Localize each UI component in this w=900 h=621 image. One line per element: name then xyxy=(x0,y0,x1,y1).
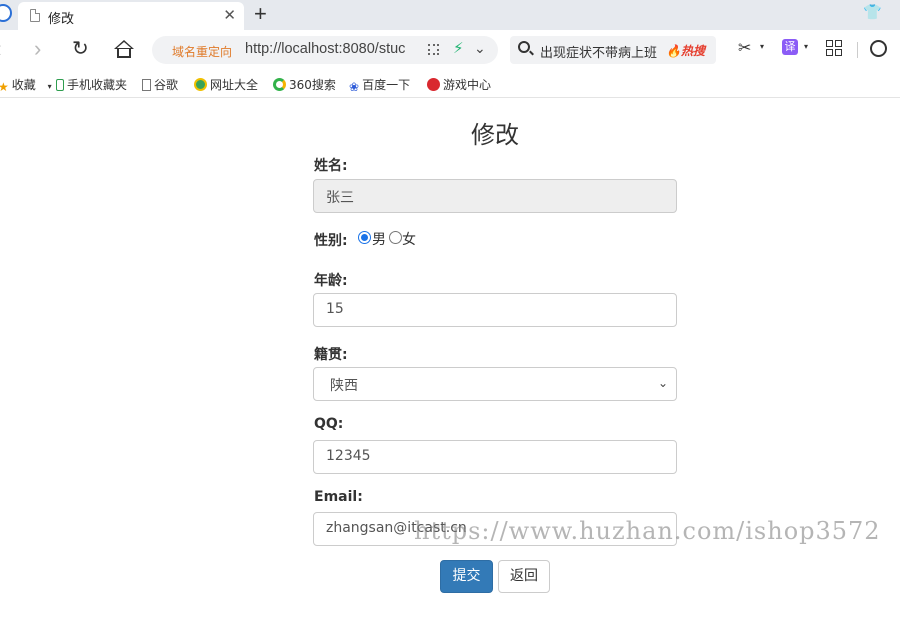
origin-select[interactable]: 陕西 ⌄ xyxy=(313,367,677,401)
baidu-paw-icon: ❀ xyxy=(349,80,360,94)
watermark: https://www.huzhan.com/ishop3572 xyxy=(414,517,881,545)
url-text[interactable]: http://localhost:8080/stuc xyxy=(245,41,413,57)
back-button[interactable]: ‹ xyxy=(0,36,1,62)
new-tab-button[interactable]: + xyxy=(254,1,267,27)
translate-icon[interactable]: 译 xyxy=(782,39,798,55)
name-value: 张三 xyxy=(326,190,354,206)
apps-grid-icon[interactable] xyxy=(826,40,843,57)
search-icon xyxy=(518,41,530,53)
age-field[interactable]: 15 xyxy=(313,293,677,327)
dropdown-arrow-icon[interactable]: ▾ xyxy=(760,42,764,51)
game-center-icon xyxy=(427,78,440,91)
dropdown-arrow-icon[interactable]: ▾ xyxy=(804,42,808,51)
forward-button[interactable]: › xyxy=(34,36,41,62)
address-bar[interactable]: 域名重定向 http://localhost:8080/stuc ⚡ ⌄ xyxy=(152,36,498,64)
qq-value: 12345 xyxy=(326,448,371,464)
qr-code-icon[interactable] xyxy=(428,44,439,55)
origin-label: 籍贯: xyxy=(314,347,348,363)
redirect-badge: 域名重定向 xyxy=(172,45,233,59)
tab-close-icon[interactable]: ✕ xyxy=(223,6,236,24)
bookmark-hao[interactable]: 网址大全 xyxy=(194,76,258,93)
back-link-button[interactable]: 返回 xyxy=(498,560,550,593)
home-icon xyxy=(114,40,134,49)
toolbar-divider xyxy=(857,42,858,58)
browser-logo-icon xyxy=(0,4,12,22)
bookmark-mobile[interactable]: 手机收藏夹 xyxy=(56,76,127,93)
bookmark-360[interactable]: 360搜索 xyxy=(273,76,336,93)
qq-field[interactable]: 12345 xyxy=(313,440,677,474)
page-icon xyxy=(142,79,151,91)
dropdown-arrow-icon[interactable]: ▾ xyxy=(48,82,52,91)
bookmark-favorites[interactable]: ★ 收藏 ▾ xyxy=(0,76,52,94)
chevron-down-icon: ⌄ xyxy=(657,376,668,390)
search-query[interactable]: 出现症状不带病上班 xyxy=(540,42,657,61)
gender-label: 性别: xyxy=(314,233,348,249)
bookmark-games[interactable]: 游戏中心 xyxy=(427,76,491,93)
gender-male-label: 男 xyxy=(372,232,386,248)
360-search-icon xyxy=(273,78,286,91)
bookmark-baidu[interactable]: ❀ 百度一下 xyxy=(349,76,410,94)
skin-icon[interactable]: 👕 xyxy=(863,3,882,21)
email-label: Email: xyxy=(314,489,363,505)
gender-male-radio[interactable] xyxy=(358,231,371,244)
submit-button[interactable]: 提交 xyxy=(440,560,493,593)
browser-toolbar: ‹ › ↻ 域名重定向 http://localhost:8080/stuc ⚡… xyxy=(0,30,900,70)
bookmark-google[interactable]: 谷歌 xyxy=(142,76,178,93)
gender-female-radio[interactable] xyxy=(389,231,402,244)
chevron-down-icon[interactable]: ⌄ xyxy=(474,40,486,57)
search-box[interactable]: 出现症状不带病上班 🔥热搜 xyxy=(510,36,716,64)
bookmarks-bar: ★ 收藏 ▾ 手机收藏夹 谷歌 网址大全 360搜索 ❀ 百度一下 游戏中心 xyxy=(0,70,900,98)
star-icon: ★ xyxy=(0,80,9,94)
globe-icon xyxy=(194,78,207,91)
origin-value: 陕西 xyxy=(330,378,358,394)
tab-strip: 修改 ✕ + 👕 xyxy=(0,0,900,30)
speed-mode-icon[interactable]: ⚡ xyxy=(453,39,464,57)
hot-search-badge: 🔥热搜 xyxy=(666,44,705,58)
reload-button[interactable]: ↻ xyxy=(72,36,89,62)
home-button[interactable] xyxy=(114,40,134,60)
page-icon xyxy=(30,9,40,22)
age-label: 年龄: xyxy=(314,273,348,289)
tab-active[interactable]: 修改 ✕ xyxy=(18,2,244,30)
phone-icon xyxy=(56,79,64,91)
brightness-icon[interactable] xyxy=(870,40,887,57)
page-title: 修改 xyxy=(471,121,519,149)
gender-female-label: 女 xyxy=(402,232,416,248)
scissors-icon[interactable]: ✂ xyxy=(738,38,751,58)
name-label: 姓名: xyxy=(314,158,348,174)
qq-label: QQ: xyxy=(314,416,344,432)
name-field[interactable]: 张三 xyxy=(313,179,677,213)
tab-title: 修改 xyxy=(48,12,75,27)
age-value: 15 xyxy=(326,301,344,317)
